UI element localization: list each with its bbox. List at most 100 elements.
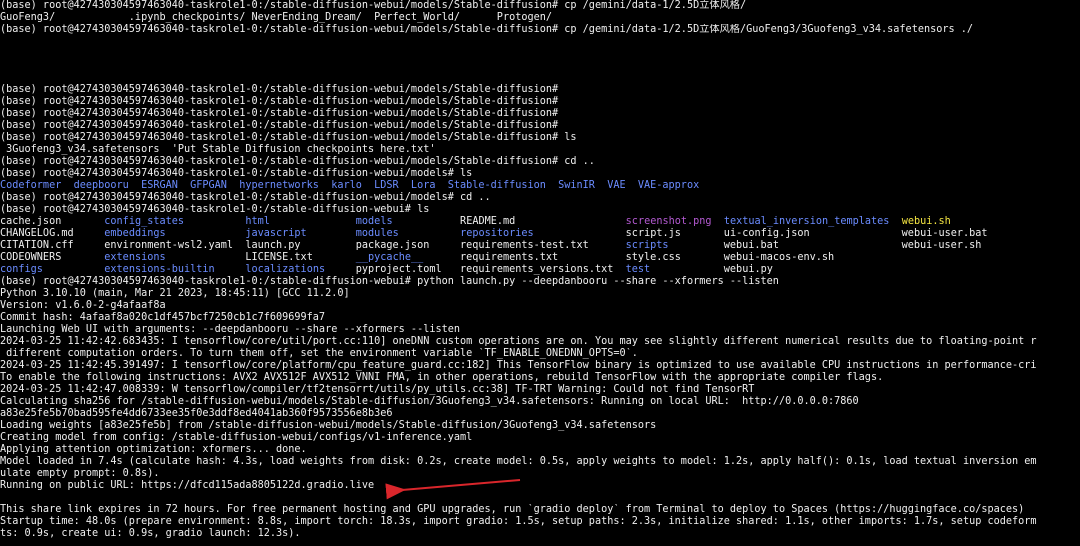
terminal-line: 2024-03-25 11:42:47.008339: W tensorflow…: [0, 384, 1080, 396]
terminal-line: a83e25fe5b70bad595fe4dd6733ee35f0e3ddf8e…: [0, 408, 1080, 420]
directory-entry: localizations: [245, 264, 326, 275]
terminal-line: Startup time: 48.0s (prepare environment…: [0, 516, 1080, 528]
terminal-text: Applying attention optimization: xformer…: [0, 444, 307, 455]
directory-entry: html: [245, 216, 270, 227]
directory-entry: modules: [355, 228, 399, 239]
terminal-line: Launching Web UI with arguments: --deepd…: [0, 324, 1080, 336]
terminal-text: 2024-03-25 11:42:45.391497: I tensorflow…: [0, 360, 1037, 371]
terminal-text: Python 3.10.10 (main, Mar 21 2023, 18:45…: [0, 288, 350, 299]
terminal-line: Running on public URL: https://dfcd115ad…: [0, 480, 1080, 492]
terminal-text: (base) root@427430304597463040-taskrole1…: [0, 84, 559, 95]
terminal-line: Creating model from config: /stable-diff…: [0, 432, 1080, 444]
terminal-text: script.js ui-config.json webui-user.bat: [533, 228, 988, 239]
terminal-text: webui.bat webui-user.sh: [668, 240, 982, 251]
directory-entry: test: [625, 264, 651, 275]
terminal-output[interactable]: (base) root@427430304597463040-taskrole1…: [0, 0, 1080, 546]
terminal-line: Python 3.10.10 (main, Mar 21 2023, 18:45…: [0, 288, 1080, 300]
terminal-text: This share link expires in 72 hours. For…: [0, 504, 1025, 515]
terminal-line: GuoFeng3/ .ipynb_checkpoints/ NeverEndin…: [0, 12, 1080, 24]
terminal-line: Calculating sha256 for /stable-diffusion…: [0, 396, 1080, 408]
terminal-text: 2024-03-25 11:42:47.008339: W tensorflow…: [0, 384, 755, 395]
terminal-text: (base) root@427430304597463040-taskrole1…: [0, 132, 577, 143]
terminal-text: Model loaded in 7.4s (calculate hash: 4.…: [0, 456, 1037, 467]
terminal-line: 3Guofeng3_v34.safetensors 'Put Stable Di…: [0, 144, 1080, 156]
terminal-line: (base) root@427430304597463040-taskrole1…: [0, 24, 1080, 36]
terminal-line: (base) root@427430304597463040-taskrole1…: [0, 0, 1080, 12]
terminal-text: (base) root@427430304597463040-taskrole1…: [0, 96, 559, 107]
terminal-line: (base) root@427430304597463040-taskrole1…: [0, 96, 1080, 108]
directory-entry: Codeformer deepbooru ESRGAN GFPGAN hyper…: [0, 180, 700, 191]
terminal-text: 2024-03-25 11:42:42.683435: I tensorflow…: [0, 336, 1037, 347]
terminal-text: (base) root@427430304597463040-taskrole1…: [0, 156, 595, 167]
terminal-text: webui.py: [650, 264, 773, 275]
directory-entry: extensions-builtin: [104, 264, 215, 275]
terminal-line: ulate empty prompt: 0.8s).: [0, 468, 1080, 480]
terminal-text: (base) root@427430304597463040-taskrole1…: [0, 24, 974, 35]
terminal-text: (base) root@427430304597463040-taskrole1…: [0, 168, 473, 179]
terminal-line: (base) root@427430304597463040-taskrole1…: [0, 168, 1080, 180]
terminal-line: This share link expires in 72 hours. For…: [0, 504, 1080, 516]
terminal-line: ts: 0.9s, create ui: 0.9s, gradio launch…: [0, 528, 1080, 540]
terminal-line: Version: v1.6.0-2-g4afaaf8a: [0, 300, 1080, 312]
terminal-text: To enable the following instructions: AV…: [0, 372, 884, 383]
terminal-line: Loading weights [a83e25fe5b] from /stabl…: [0, 420, 1080, 432]
terminal-line: (base) root@427430304597463040-taskrole1…: [0, 108, 1080, 120]
terminal-text: (base) root@427430304597463040-taskrole1…: [0, 276, 779, 287]
directory-entry: extensions: [104, 252, 166, 263]
terminal-text: CODEOWNERS: [0, 252, 105, 263]
terminal-line: Commit hash: 4afaaf8a020c1df457bcf7250cb…: [0, 312, 1080, 324]
terminal-text: Launching Web UI with arguments: --deepd…: [0, 324, 461, 335]
terminal-line: CODEOWNERS extensions LICENSE.txt __pyca…: [0, 252, 1080, 264]
terminal-line: (base) root@427430304597463040-taskrole1…: [0, 156, 1080, 168]
terminal-line: different computation orders. To turn th…: [0, 348, 1080, 360]
directory-entry: configs: [0, 264, 43, 275]
terminal-line: CITATION.cff environment-wsl2.yaml launc…: [0, 240, 1080, 252]
terminal-line: (base) root@427430304597463040-taskrole1…: [0, 276, 1080, 288]
directory-entry: models: [355, 216, 393, 227]
terminal-line: (base) root@427430304597463040-taskrole1…: [0, 84, 1080, 96]
terminal-text: 3Guofeng3_v34.safetensors 'Put Stable Di…: [0, 144, 436, 155]
terminal-text: Creating model from config: /stable-diff…: [0, 432, 473, 443]
terminal-line: Model loaded in 7.4s (calculate hash: 4.…: [0, 456, 1080, 468]
terminal-line: (base) root@427430304597463040-taskrole1…: [0, 132, 1080, 144]
terminal-text: requirements.txt style.css webui-macos-e…: [423, 252, 835, 263]
terminal-line: Applying attention optimization: xformer…: [0, 444, 1080, 456]
terminal-text: CHANGELOG.md: [0, 228, 105, 239]
directory-entry: webui.sh: [901, 216, 951, 227]
terminal-text: pyproject.toml requirements_versions.txt: [325, 264, 626, 275]
terminal-line: (base) root@427430304597463040-taskrole1…: [0, 120, 1080, 132]
terminal-line: (base) root@427430304597463040-taskrole1…: [0, 192, 1080, 204]
terminal-line: configs extensions-builtin localizations…: [0, 264, 1080, 276]
terminal-text: (base) root@427430304597463040-taskrole1…: [0, 108, 559, 119]
terminal-text: Commit hash: 4afaaf8a020c1df457bcf7250cb…: [0, 312, 326, 323]
terminal-text: LICENSE.txt: [165, 252, 356, 263]
terminal-text: (base) root@427430304597463040-taskrole1…: [0, 204, 430, 215]
directory-entry: embeddings: [104, 228, 166, 239]
terminal-line: To enable the following instructions: AV…: [0, 372, 1080, 384]
terminal-line: Codeformer deepbooru ESRGAN GFPGAN hyper…: [0, 180, 1080, 192]
terminal-text: Loading weights [a83e25fe5b] from /stabl…: [0, 420, 657, 431]
terminal-text: Calculating sha256 for /stable-diffusion…: [0, 396, 859, 407]
terminal-text: Startup time: 48.0s (prepare environment…: [0, 516, 1037, 527]
terminal-line: 2024-03-25 11:42:42.683435: I tensorflow…: [0, 336, 1080, 348]
terminal-text: Running on public URL: https://dfcd115ad…: [0, 480, 375, 491]
terminal-line: CHANGELOG.md embeddings javascript modul…: [0, 228, 1080, 240]
terminal-line: (base) root@427430304597463040-taskrole1…: [0, 204, 1080, 216]
terminal-text: (base) root@427430304597463040-taskrole1…: [0, 120, 559, 131]
directory-entry: __pycache__: [355, 252, 424, 263]
terminal-text: cache.json: [0, 216, 105, 227]
terminal-text: different computation orders. To turn th…: [0, 348, 638, 359]
directory-entry: javascript: [245, 228, 307, 239]
terminal-line: 2024-03-25 11:42:45.391497: I tensorflow…: [0, 360, 1080, 372]
